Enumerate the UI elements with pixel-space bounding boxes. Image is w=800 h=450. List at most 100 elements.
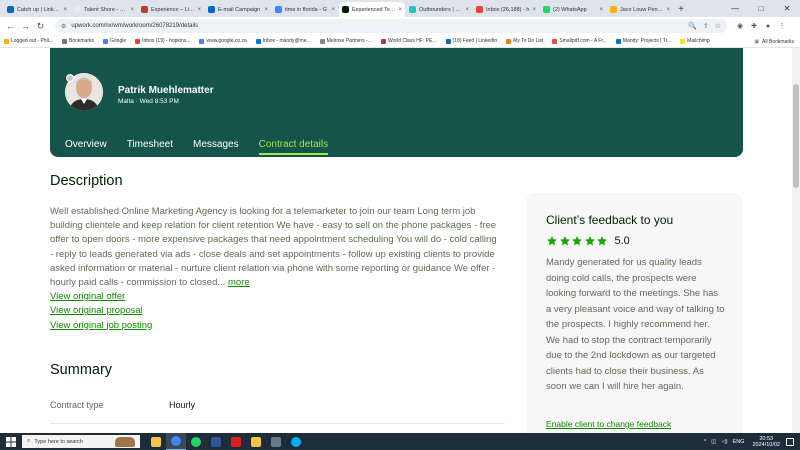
tab-timesheet[interactable]: Timesheet — [127, 139, 173, 155]
tab-favicon-icon — [409, 6, 416, 13]
taskbar-search[interactable]: ⌕ Type here to search — [22, 435, 140, 448]
client-feedback-card: Client’s feedback to you 5.0 Mandy gener… — [526, 193, 742, 433]
clock[interactable]: 20:53 2024/10/02 — [752, 436, 780, 448]
tab-close-icon[interactable]: × — [599, 7, 603, 13]
description-heading: Description — [50, 173, 123, 189]
bookmark-favicon-icon — [319, 38, 325, 44]
acrobat-icon — [231, 436, 241, 447]
feedback-heading: Client’s feedback to you — [546, 213, 674, 227]
all-bookmarks-label: All Bookmarks — [762, 38, 794, 45]
tab-close-icon[interactable]: × — [130, 7, 134, 13]
new-tab-button[interactable]: + — [674, 2, 688, 17]
extensions-puzzle-icon[interactable]: ✚ — [747, 19, 761, 33]
bookmark-item[interactable]: www.google.co.za — [199, 38, 247, 44]
browser-tab[interactable]: Experience – Livin...× — [138, 2, 204, 17]
taskbar-app-whatsapp[interactable] — [186, 433, 206, 450]
bookmark-item[interactable]: Mailchimp — [680, 38, 710, 44]
taskbar-app-word[interactable] — [206, 433, 226, 450]
tab-close-icon[interactable]: × — [63, 7, 67, 13]
bookmark-favicon-icon — [199, 38, 205, 44]
back-button[interactable]: ← — [4, 20, 17, 33]
bookmark-item[interactable]: Melrose Partners -... — [319, 38, 372, 44]
bookmark-item[interactable]: Google — [103, 38, 126, 44]
all-bookmarks-item[interactable]: ▣ All Bookmarks — [754, 35, 794, 48]
bookmark-item[interactable]: Smallpdf.com - A Fr... — [552, 38, 607, 44]
folder-icon — [251, 436, 261, 447]
network-icon[interactable]: ◫ — [711, 439, 716, 445]
notifications-icon[interactable] — [786, 437, 794, 446]
bookmark-favicon-icon — [255, 38, 261, 44]
bookmark-label: (18) Feed | LinkedIn — [452, 38, 498, 44]
view-original-job-posting-link[interactable]: View original job posting — [50, 319, 152, 333]
menu-kebab-icon[interactable]: ⋮ — [775, 19, 789, 33]
bookmark-item[interactable]: Mandy: Projects | Tr... — [615, 38, 671, 44]
tab-close-icon[interactable]: × — [398, 7, 402, 13]
taskbar-app-acrobat[interactable] — [226, 433, 246, 450]
bookmark-item[interactable]: Bookmarks — [61, 38, 94, 44]
bookmark-label: www.google.co.za — [206, 38, 247, 44]
browser-tab[interactable]: Experienced Tele... × — [339, 2, 405, 17]
tab-favicon-icon — [275, 6, 282, 13]
description-body: Well established Online Marketing Agency… — [50, 206, 497, 289]
minimize-button[interactable]: — — [722, 0, 748, 17]
tab-overview[interactable]: Overview — [65, 139, 107, 155]
site-info-icon[interactable]: ⚙ — [61, 23, 66, 30]
view-original-proposal-link[interactable]: View original proposal — [50, 304, 152, 318]
bookmark-star-icon[interactable]: ☆ — [715, 22, 721, 30]
page-scrollbar[interactable] — [792, 48, 800, 433]
tab-contract-details[interactable]: Contract details — [258, 139, 329, 155]
browser-tab[interactable]: Talent Shore - Em... × — [71, 2, 137, 17]
browser-tab[interactable]: Outbounders | M... × — [406, 2, 472, 17]
tab-close-icon[interactable]: × — [666, 7, 670, 13]
skype-icon — [291, 436, 301, 447]
tab-label: (2) WhatsApp — [553, 6, 587, 13]
taskbar-app-skype[interactable] — [286, 433, 306, 450]
tab-close-icon[interactable]: × — [465, 7, 469, 13]
taskbar-app-calculator[interactable] — [266, 433, 286, 450]
bookmark-label: Melrose Partners -... — [326, 38, 372, 44]
url-bar[interactable]: ⚙ upwork.com/nx/wm/workroom/26078219/det… — [55, 19, 727, 33]
bookmark-item[interactable]: My To Do List — [506, 38, 543, 44]
more-link[interactable]: more — [228, 277, 250, 288]
bookmark-item[interactable]: World Class HF: PE... — [380, 38, 437, 44]
reload-button[interactable]: ↻ — [34, 20, 47, 33]
bookmark-item[interactable]: Inbox - mandy@me... — [255, 38, 311, 44]
forward-button[interactable]: → — [19, 20, 32, 33]
tab-close-icon[interactable]: × — [264, 7, 268, 13]
tab-close-icon[interactable]: × — [197, 7, 201, 13]
address-bar-row: ← → ↻ ⚙ upwork.com/nx/wm/workroom/260782… — [0, 17, 800, 35]
extension-icon[interactable]: ◉ — [733, 19, 747, 33]
browser-tab[interactable]: Catch up | LinkedIn × — [4, 2, 70, 17]
tab-close-icon[interactable]: × — [331, 7, 335, 13]
bookmark-item[interactable]: Logged out - Phil... — [4, 38, 53, 44]
volume-icon[interactable]: ◁) — [721, 439, 727, 445]
browser-tab[interactable]: (2) WhatsApp × — [540, 2, 606, 17]
scrollbar-thumb[interactable] — [793, 84, 799, 188]
windows-taskbar: ⌕ Type here to search ^ ◫ ◁) ENG 20:53 2… — [0, 433, 800, 450]
maximize-button[interactable]: □ — [748, 0, 774, 17]
tab-label: E-mail Campaign — [218, 6, 261, 13]
bookmark-item[interactable]: (18) Feed | LinkedIn — [445, 38, 498, 44]
start-button[interactable] — [0, 433, 22, 450]
enable-feedback-change-link[interactable]: Enable client to change feedback — [546, 419, 671, 429]
browser-tab[interactable]: E-mail Campaign × — [205, 2, 271, 17]
taskbar-app-chrome[interactable] — [166, 433, 186, 450]
close-window-button[interactable]: ✕ — [774, 0, 800, 17]
browser-tab[interactable]: Inbox (26,188) - h × — [473, 2, 539, 17]
browser-tab[interactable]: Jaco Louw Pension × — [607, 2, 673, 17]
browser-tab[interactable]: time in florida - G × — [272, 2, 338, 17]
taskbar-app-folder[interactable] — [246, 433, 266, 450]
language-indicator[interactable]: ENG — [733, 439, 745, 445]
tray-chevron-icon[interactable]: ^ — [704, 439, 707, 445]
tab-close-icon[interactable]: × — [532, 7, 536, 13]
zoom-icon[interactable]: 🔍 — [688, 22, 697, 30]
bookmark-item[interactable]: Inbox (19) - hopkins... — [135, 38, 190, 44]
taskbar-app-file-explorer[interactable] — [146, 433, 166, 450]
share-icon[interactable]: ⇪ — [703, 22, 709, 30]
profile-icon[interactable]: ● — [761, 19, 775, 33]
page-content: Patrik Muehlematter Malta · Wed 8:53 PM … — [0, 48, 800, 433]
view-original-offer-link[interactable]: View original offer — [50, 290, 152, 304]
bookmark-favicon-icon — [380, 38, 386, 44]
tab-label: Jaco Louw Pension — [620, 6, 665, 13]
tab-messages[interactable]: Messages — [193, 139, 239, 155]
